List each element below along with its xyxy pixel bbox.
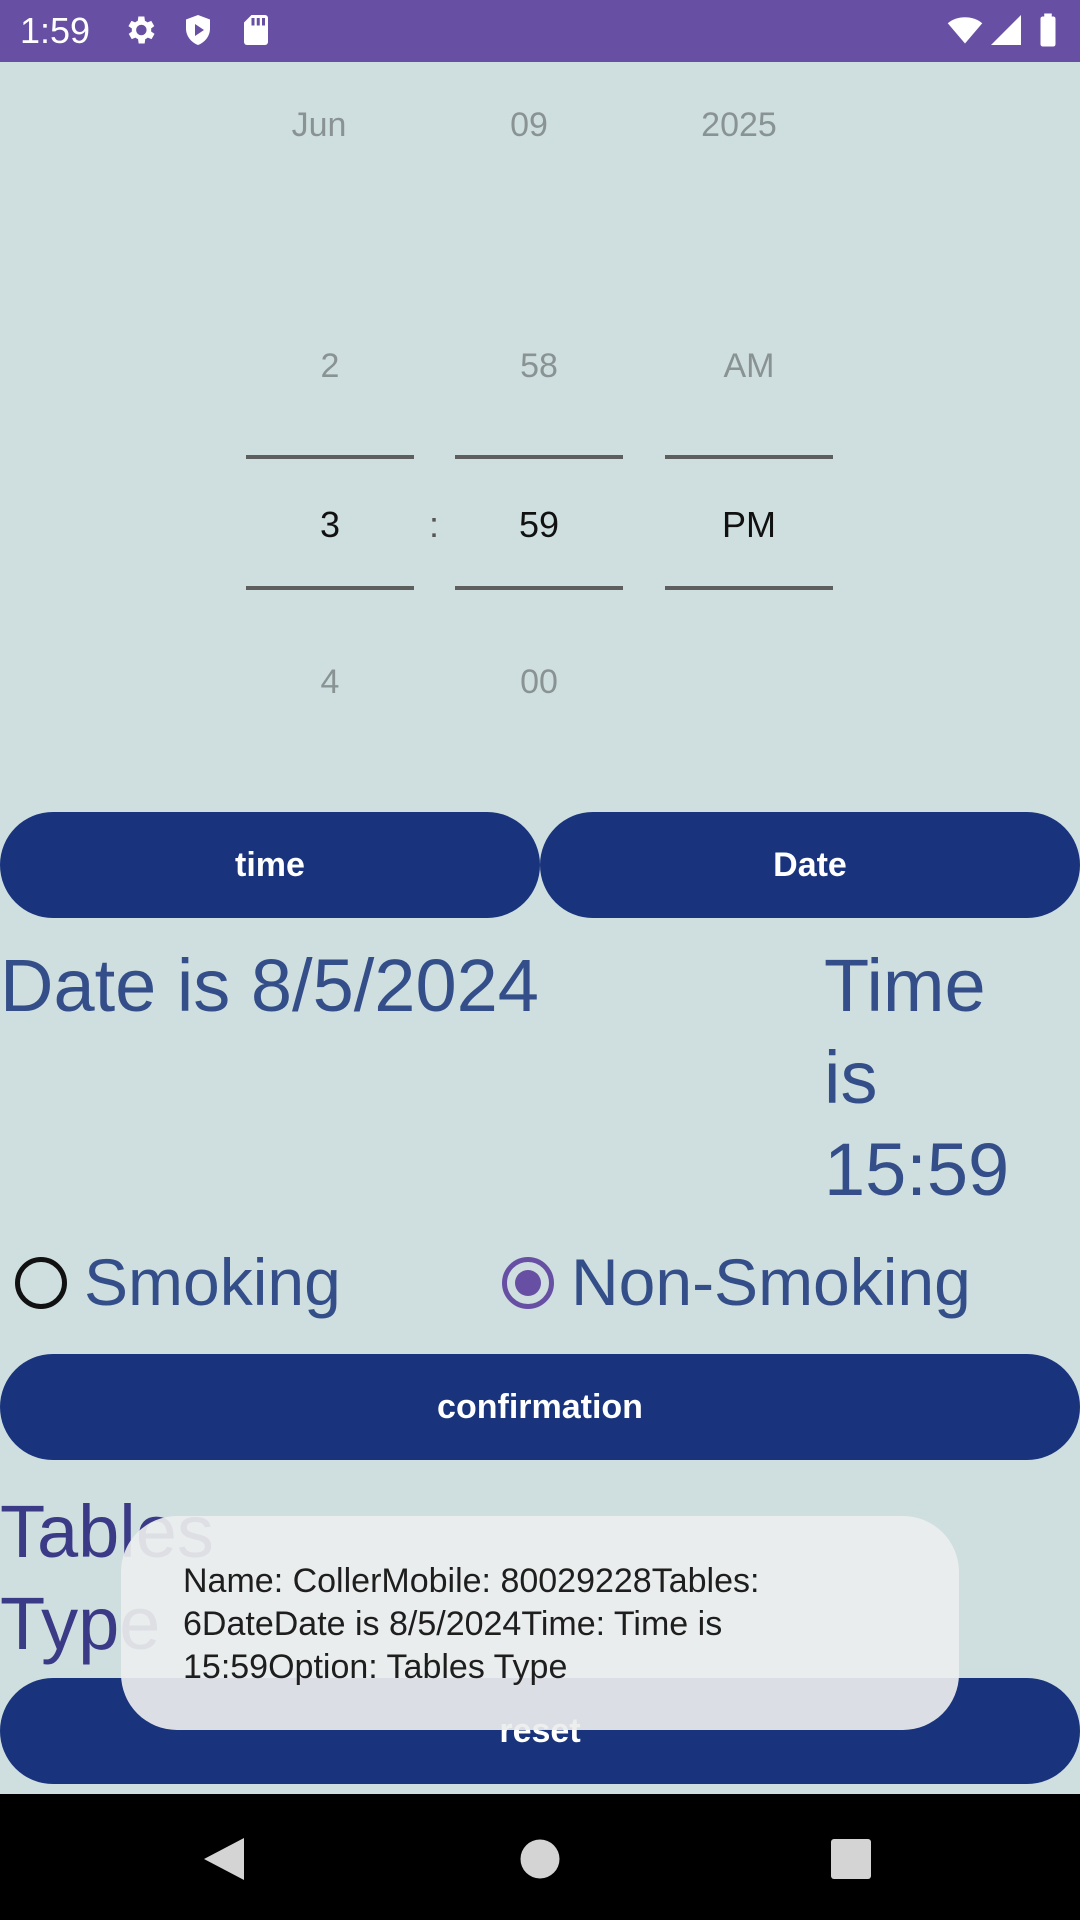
minute-picker-selected[interactable]: 59: [454, 504, 624, 546]
month-picker-value[interactable]: Jun: [229, 106, 409, 145]
smoking-label[interactable]: Smoking: [84, 1244, 341, 1320]
hour-selection-line-bottom: [246, 586, 414, 590]
sd-card-icon: [244, 15, 268, 45]
time-text: Time is 15:59: [824, 940, 1009, 1216]
toast-line-1: Name: CollerMobile: 80029228Tables:: [183, 1562, 760, 1600]
time-text-line-2: is: [824, 1036, 878, 1119]
ampm-selection-line-bottom: [665, 586, 833, 590]
year-picker-value[interactable]: 2025: [649, 106, 829, 145]
time-separator: :: [428, 504, 439, 545]
minute-picker-prev[interactable]: 58: [449, 347, 629, 386]
hour-picker-selected[interactable]: 3: [245, 504, 415, 546]
shield-icon: [186, 15, 210, 45]
status-time: 1:59: [20, 10, 91, 51]
ampm-selection-line-top: [665, 455, 833, 459]
date-text: Date is 8/5/2024: [0, 944, 539, 1027]
minute-selection-line-bottom: [455, 586, 623, 590]
battery-icon: [1040, 13, 1056, 47]
toast-message: Name: CollerMobile: 80029228Tables: 6Dat…: [121, 1516, 959, 1730]
recents-icon[interactable]: [831, 1839, 871, 1879]
navigation-bar: [0, 1794, 1080, 1920]
hour-selection-line-top: [246, 455, 414, 459]
non-smoking-label[interactable]: Non-Smoking: [571, 1244, 971, 1320]
day-picker-value[interactable]: 09: [439, 106, 619, 145]
back-icon[interactable]: [202, 1836, 246, 1882]
date-button[interactable]: Date: [540, 812, 1080, 918]
toast-line-2: 6DateDate is 8/5/2024Time: Time is: [183, 1605, 723, 1643]
hour-picker-prev[interactable]: 2: [240, 347, 420, 386]
time-text-line-3: 15:59: [824, 1128, 1010, 1211]
ampm-picker-selected[interactable]: PM: [664, 504, 834, 546]
radio-checked-icon[interactable]: [499, 1254, 557, 1312]
confirmation-button[interactable]: confirmation: [0, 1354, 1080, 1460]
hour-picker-next[interactable]: 4: [240, 663, 420, 702]
signal-icon: [991, 15, 1021, 45]
home-icon[interactable]: [519, 1838, 561, 1880]
time-text-line-1: Time: [824, 944, 986, 1027]
ampm-picker-prev[interactable]: AM: [659, 347, 839, 386]
toast-line-3: 15:59Option: Tables Type: [183, 1648, 568, 1686]
minute-selection-line-top: [455, 455, 623, 459]
wifi-icon: [947, 17, 983, 44]
minute-picker-next[interactable]: 00: [449, 663, 629, 702]
status-bar: 1:59: [0, 0, 1080, 62]
time-button[interactable]: time: [0, 812, 540, 918]
radio-unchecked-icon[interactable]: [12, 1254, 70, 1312]
gear-icon: [128, 16, 155, 44]
